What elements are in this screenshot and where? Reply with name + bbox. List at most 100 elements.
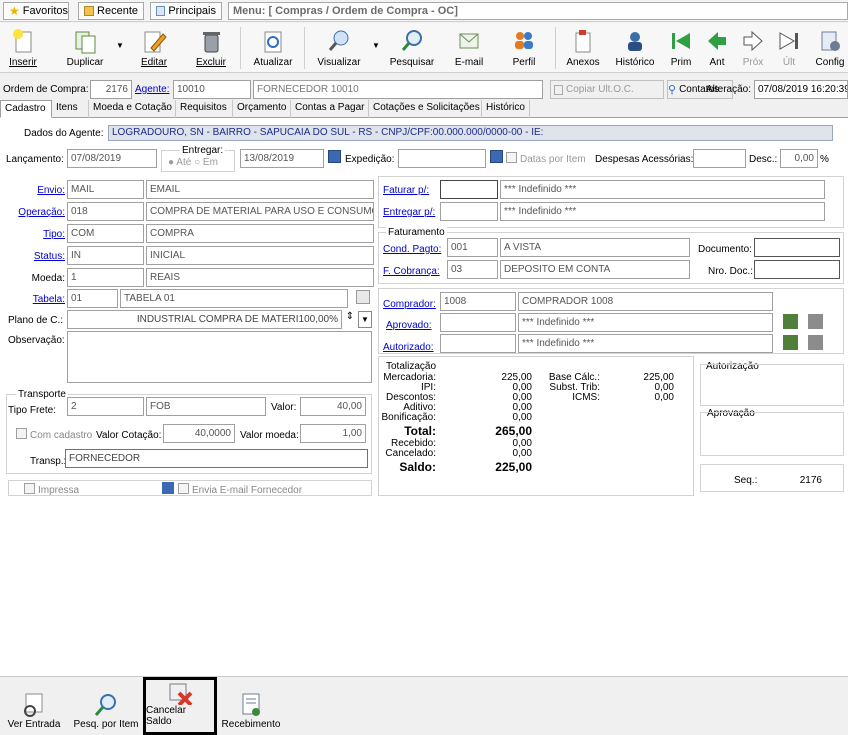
dados-agente-label: Dados do Agente: bbox=[24, 128, 104, 139]
tab-moeda-cotacao[interactable]: Moeda e Cotação bbox=[89, 100, 176, 118]
lancamento-field[interactable]: 07/08/2019 bbox=[67, 149, 157, 168]
tab-cotacoes-solicitacoes[interactable]: Cotações e Solicitações bbox=[369, 100, 482, 118]
historico-button[interactable]: Histórico bbox=[612, 23, 658, 71]
tipo-frete-code-field[interactable]: 2 bbox=[67, 397, 144, 416]
calendar-icon[interactable] bbox=[490, 150, 503, 163]
recebimento-button[interactable]: Recebimento bbox=[220, 677, 282, 735]
approve-icon[interactable] bbox=[783, 314, 798, 329]
duplicate-icon bbox=[75, 31, 96, 54]
envia-email-checkbox[interactable] bbox=[178, 483, 189, 494]
status-link[interactable]: Status: bbox=[0, 250, 65, 263]
ant-button[interactable]: Ant bbox=[702, 23, 732, 71]
unauthorize-icon[interactable] bbox=[808, 335, 823, 350]
transp-field[interactable]: FORNECEDOR bbox=[65, 449, 368, 468]
ver-entrada-button[interactable]: Ver Entrada bbox=[4, 677, 64, 735]
copiar-button[interactable]: Copiar Ult.O.C. bbox=[550, 80, 664, 99]
cond-pagto-code-field[interactable]: 001 bbox=[447, 238, 498, 257]
observacao-field[interactable] bbox=[67, 331, 372, 383]
comprador-code-field[interactable]: 1008 bbox=[440, 292, 516, 311]
tipo-link[interactable]: Tipo: bbox=[0, 228, 65, 241]
aprovado-link[interactable]: Aprovado: bbox=[386, 319, 432, 332]
plano-dropdown-icon[interactable]: ▼ bbox=[358, 311, 372, 328]
tab-requisitos[interactable]: Requisitos bbox=[176, 100, 233, 118]
aprovado-desc-field: *** Indefinido *** bbox=[518, 313, 773, 332]
aprovado-code-field[interactable] bbox=[440, 313, 516, 332]
em-radio[interactable]: ○ Em bbox=[194, 157, 218, 168]
status-code-field[interactable]: IN bbox=[67, 246, 144, 265]
cobranca-link[interactable]: F. Cobrança: bbox=[383, 265, 440, 278]
duplicar-dropdown-icon[interactable]: ▼ bbox=[116, 41, 124, 50]
envio-code-field[interactable]: MAIL bbox=[67, 180, 144, 199]
autorizado-code-field[interactable] bbox=[440, 334, 516, 353]
visualizar-button[interactable]: Visualizar bbox=[316, 23, 362, 71]
datas-item-checkbox[interactable] bbox=[506, 152, 517, 163]
authorize-icon[interactable] bbox=[783, 335, 798, 350]
pesquisar-button[interactable]: Pesquisar bbox=[388, 23, 436, 71]
tab-historico[interactable]: Histórico bbox=[482, 100, 530, 118]
tabela-code-field[interactable]: 01 bbox=[67, 289, 118, 308]
tab-itens[interactable]: Itens bbox=[52, 100, 89, 118]
tab-contas-pagar[interactable]: Contas a Pagar bbox=[291, 100, 369, 118]
icms-value: 0,00 bbox=[654, 392, 674, 403]
tipo-code-field[interactable]: COM bbox=[67, 224, 144, 243]
email-button[interactable]: E-mail bbox=[452, 23, 486, 71]
duplicar-button[interactable]: Duplicar bbox=[62, 23, 108, 71]
plano-field[interactable]: INDUSTRIAL COMPRA DE MATERI100,00% bbox=[67, 310, 342, 329]
moeda-code-field[interactable]: 1 bbox=[67, 268, 144, 287]
agente-link[interactable]: Agente: bbox=[135, 83, 169, 96]
impressa-checkbox[interactable] bbox=[24, 483, 35, 494]
valor-cotacao-field[interactable]: 40,0000 bbox=[163, 424, 235, 443]
visualizar-dropdown-icon[interactable]: ▼ bbox=[372, 41, 380, 50]
tab-cadastro[interactable]: Cadastro bbox=[0, 100, 52, 118]
tabela-link[interactable]: Tabela: bbox=[0, 293, 65, 306]
expedicao-field[interactable] bbox=[398, 149, 486, 168]
perfil-button[interactable]: Perfil bbox=[506, 23, 542, 71]
nro-doc-field[interactable] bbox=[754, 260, 840, 279]
cobranca-code-field[interactable]: 03 bbox=[447, 260, 498, 279]
entregar-date-field[interactable]: 13/08/2019 bbox=[240, 149, 324, 168]
excluir-button[interactable]: Excluir bbox=[192, 23, 230, 71]
faturar-link[interactable]: Faturar p/: bbox=[383, 184, 429, 197]
tab-orcamento[interactable]: Orçamento bbox=[233, 100, 291, 118]
desc-field[interactable]: 0,00 bbox=[780, 149, 818, 168]
cancelar-saldo-button[interactable]: Cancelar Saldo bbox=[143, 677, 217, 735]
comprador-link[interactable]: Comprador: bbox=[383, 298, 436, 311]
cond-pagto-link[interactable]: Cond. Pagto: bbox=[383, 243, 441, 256]
inserir-button[interactable]: Inserir bbox=[4, 23, 42, 71]
entregar-code-field[interactable] bbox=[440, 202, 498, 221]
com-cadastro-checkbox[interactable] bbox=[16, 428, 27, 439]
despesas-field[interactable] bbox=[693, 149, 746, 168]
favoritos-button[interactable]: ★ Favoritos bbox=[3, 2, 69, 20]
principais-button[interactable]: Principais bbox=[150, 2, 222, 20]
operacao-link[interactable]: Operação: bbox=[0, 206, 65, 219]
plano-spinner-icon[interactable]: ⇕ bbox=[344, 311, 356, 328]
agente-code-field[interactable]: 10010 bbox=[173, 80, 251, 99]
ordem-field[interactable]: 2176 bbox=[90, 80, 132, 99]
calendar-icon[interactable] bbox=[328, 150, 341, 163]
editar-button[interactable]: Editar bbox=[135, 23, 173, 71]
faturar-code-field[interactable] bbox=[440, 180, 498, 199]
valor-field[interactable]: 40,00 bbox=[300, 397, 366, 416]
documento-field[interactable] bbox=[754, 238, 840, 257]
disapprove-icon[interactable] bbox=[808, 314, 823, 329]
pesq-item-button[interactable]: Pesq. por Item bbox=[70, 677, 142, 735]
nro-doc-label: Nro. Doc.: bbox=[708, 266, 754, 277]
seq-value: 2176 bbox=[799, 475, 822, 486]
atualizar-button[interactable]: Atualizar bbox=[252, 23, 294, 71]
prim-button[interactable]: Prim bbox=[666, 23, 696, 71]
tipo-frete-desc-field: FOB bbox=[146, 397, 266, 416]
recente-button[interactable]: Recente bbox=[78, 2, 144, 20]
config-button[interactable]: Config bbox=[812, 23, 848, 71]
refresh-icon[interactable] bbox=[162, 482, 174, 494]
alteracao-field: 07/08/2019 16:20:39 bbox=[754, 80, 848, 99]
operacao-code-field[interactable]: 018 bbox=[67, 202, 144, 221]
table-lookup-icon[interactable] bbox=[356, 290, 370, 304]
autorizado-link[interactable]: Autorizado: bbox=[383, 341, 434, 354]
valor-moeda-field[interactable]: 1,00 bbox=[300, 424, 366, 443]
ate-radio[interactable]: ● Até bbox=[168, 157, 191, 168]
envio-link[interactable]: Envio: bbox=[0, 184, 65, 197]
anexos-button[interactable]: Anexos bbox=[564, 23, 602, 71]
ult-button[interactable]: Últ bbox=[774, 23, 804, 71]
prox-button[interactable]: Próx bbox=[738, 23, 768, 71]
entregar-link[interactable]: Entregar p/: bbox=[383, 206, 435, 219]
